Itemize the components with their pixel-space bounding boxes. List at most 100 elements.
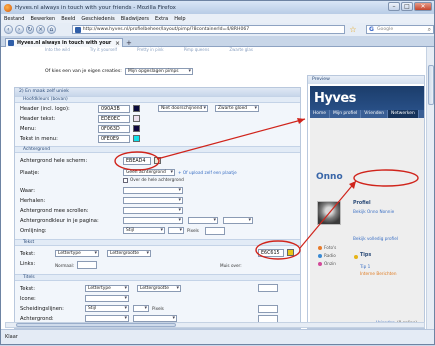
menu-text-field[interactable]: 0FE0E9 [98, 135, 130, 143]
forward-button[interactable]: › [14, 25, 24, 34]
menu-help[interactable]: Help [174, 16, 185, 22]
preset-into-the-wild[interactable]: Into the wild [45, 47, 70, 53]
preview-nav-home[interactable]: Home [310, 110, 330, 118]
preview-nav-networks[interactable]: Netwerken [388, 110, 419, 118]
text-size-select[interactable]: Lettergrootte [107, 250, 151, 257]
titles-bg-select-2[interactable] [133, 315, 177, 322]
status-bar: Klaar [1, 329, 434, 344]
preview-nav: Home Mijn profiel Vrienden Netwerken [310, 110, 424, 118]
dividers-color-field[interactable] [258, 305, 278, 313]
titles-size-select[interactable]: Lettergrootte [137, 285, 181, 292]
dividers-style-value: Stijl [88, 306, 97, 311]
scroll-label: Achtergrond mee scrollen: [20, 208, 89, 214]
header-glow-select[interactable]: Zwarte gloed [215, 105, 259, 112]
vertical-scroll-thumb[interactable] [428, 65, 434, 105]
page-bg-select-3[interactable] [223, 217, 253, 224]
preview-nav-profile[interactable]: Mijn profiel [330, 110, 362, 118]
tab-favicon-icon [8, 40, 14, 46]
text-color-field[interactable]: E6C615 [258, 249, 284, 257]
magnifier-icon[interactable]: ⌕ [428, 26, 431, 34]
bookmark-star-icon[interactable]: ☆ [349, 25, 358, 34]
titles-bg-select[interactable] [85, 315, 129, 322]
back-button[interactable]: ‹ [4, 25, 13, 34]
preset-pimp-queens[interactable]: Pimp queens [184, 47, 210, 53]
home-button[interactable]: ⌂ [47, 25, 56, 34]
page-bg-select[interactable] [123, 217, 183, 224]
menu-bestand[interactable]: Bestand [4, 16, 24, 22]
page-bg-select-2[interactable] [188, 217, 218, 224]
google-icon: G [369, 26, 374, 33]
header-color-swatch[interactable] [133, 105, 140, 112]
border-label: Omlijning: [20, 228, 47, 234]
section-text: Tekst [15, 239, 300, 246]
bg-image-select[interactable]: Geen achtergrond [123, 169, 175, 176]
preview-side-radio[interactable]: Radio [324, 253, 336, 258]
menu-color-field[interactable]: 0F063D [98, 125, 130, 133]
preview-full-profile-link[interactable]: Bekijk volledig profiel [353, 236, 398, 241]
links-normal-field[interactable] [77, 261, 97, 269]
menu-extra[interactable]: Extra [155, 16, 168, 22]
dividers-style-select[interactable]: Stijl [85, 305, 129, 312]
border-style-select[interactable]: Stijl [123, 227, 165, 234]
header-transparency-value: Niet doorschijnend [161, 106, 203, 111]
horizontal-scrollbar[interactable] [5, 322, 425, 328]
profile-photo[interactable] [317, 201, 341, 225]
preset-try-it-yourself[interactable]: Try it yourself [90, 47, 117, 53]
titles-font-select[interactable]: Lettertype [85, 285, 129, 292]
address-bar[interactable]: http://www.hyves.nl/profielbeheer/layout… [71, 25, 346, 34]
preview-side-photos[interactable]: Foto's [324, 245, 336, 250]
preview-panel: Preview Hyves Home Mijn profiel Vrienden… [307, 75, 425, 329]
hyves-banner: Hyves [310, 86, 424, 110]
section-main-colors: Hoofdkleurs (bovan) [15, 96, 300, 103]
horizontal-scroll-thumb[interactable] [16, 323, 176, 327]
header-transparency-select[interactable]: Niet doorschijnend [158, 105, 208, 112]
page-content: Into the wild Try it yourself Pretty in … [1, 47, 434, 329]
menu-text-swatch[interactable] [133, 135, 140, 142]
reload-button[interactable]: ↻ [25, 25, 35, 34]
search-box[interactable]: G Google ⌕ [366, 25, 434, 34]
text-color-swatch[interactable] [287, 249, 294, 256]
preview-header: Preview [308, 76, 424, 84]
over-whole-checkbox[interactable] [123, 178, 128, 183]
scroll-select[interactable] [123, 207, 183, 214]
stop-button[interactable]: × [36, 25, 45, 34]
header-color-label: Header (incl. logo): [20, 106, 70, 112]
repeat-select[interactable] [123, 197, 183, 204]
menu-bladwijzers[interactable]: Bladwijzers [121, 16, 149, 22]
border-color-field[interactable] [205, 227, 225, 235]
window-title: Hyves.nl always in touch with your frien… [15, 4, 176, 11]
preview-profile-link[interactable]: Bekijk Onno Nonnie [353, 209, 394, 214]
dividers-size-select[interactable] [133, 305, 149, 312]
minimize-button[interactable]: – [388, 2, 400, 11]
text-label: Tekst: [20, 251, 35, 257]
preset-zwarte-glas[interactable]: Zwarte glas [229, 47, 253, 53]
menu-bewerken[interactable]: Bewerken [30, 16, 55, 22]
preview-tip-1[interactable]: Tip 1 [360, 264, 370, 269]
preview-nav-friends[interactable]: Vrienden [361, 110, 389, 118]
saved-pimps-value: Mijn opgeslagen pimps [128, 69, 179, 74]
upload-image-link[interactable]: + Of upload zelf een plaatje [178, 170, 237, 175]
header-text-swatch[interactable] [133, 115, 140, 122]
new-tab-button[interactable]: + [126, 39, 132, 47]
close-button[interactable]: ✕ [414, 2, 432, 11]
titles-icons-select[interactable] [85, 295, 129, 302]
bg-image-value: Geen achtergrond [126, 170, 166, 175]
header-color-field[interactable]: 090A3B [98, 105, 130, 113]
preview-side-onzin[interactable]: Onzin [324, 261, 336, 266]
text-font-select[interactable]: Lettertype [55, 250, 99, 257]
menu-geschiedenis[interactable]: Geschiedenis [81, 16, 114, 22]
preset-pretty-in-pink[interactable]: Pretty in pink [137, 47, 164, 53]
preview-tip-2[interactable]: Interne Berichten [360, 271, 396, 276]
menu-beeld[interactable]: Beeld [61, 16, 75, 22]
whole-screen-bg-swatch[interactable] [154, 157, 161, 164]
titles-color-field[interactable] [258, 284, 278, 292]
maximize-button[interactable]: □ [401, 2, 413, 11]
where-select[interactable] [123, 187, 183, 194]
saved-pimps-select[interactable]: Mijn opgeslagen pimps [125, 68, 193, 75]
border-size-select[interactable] [168, 227, 184, 234]
menu-color-swatch[interactable] [133, 125, 140, 132]
header-text-field[interactable]: EDE0EC [98, 115, 130, 123]
vertical-scrollbar[interactable] [426, 47, 434, 329]
dividers-pixels-label: Pixels [152, 306, 164, 311]
whole-screen-bg-field[interactable]: EBEAD4 [123, 157, 151, 165]
